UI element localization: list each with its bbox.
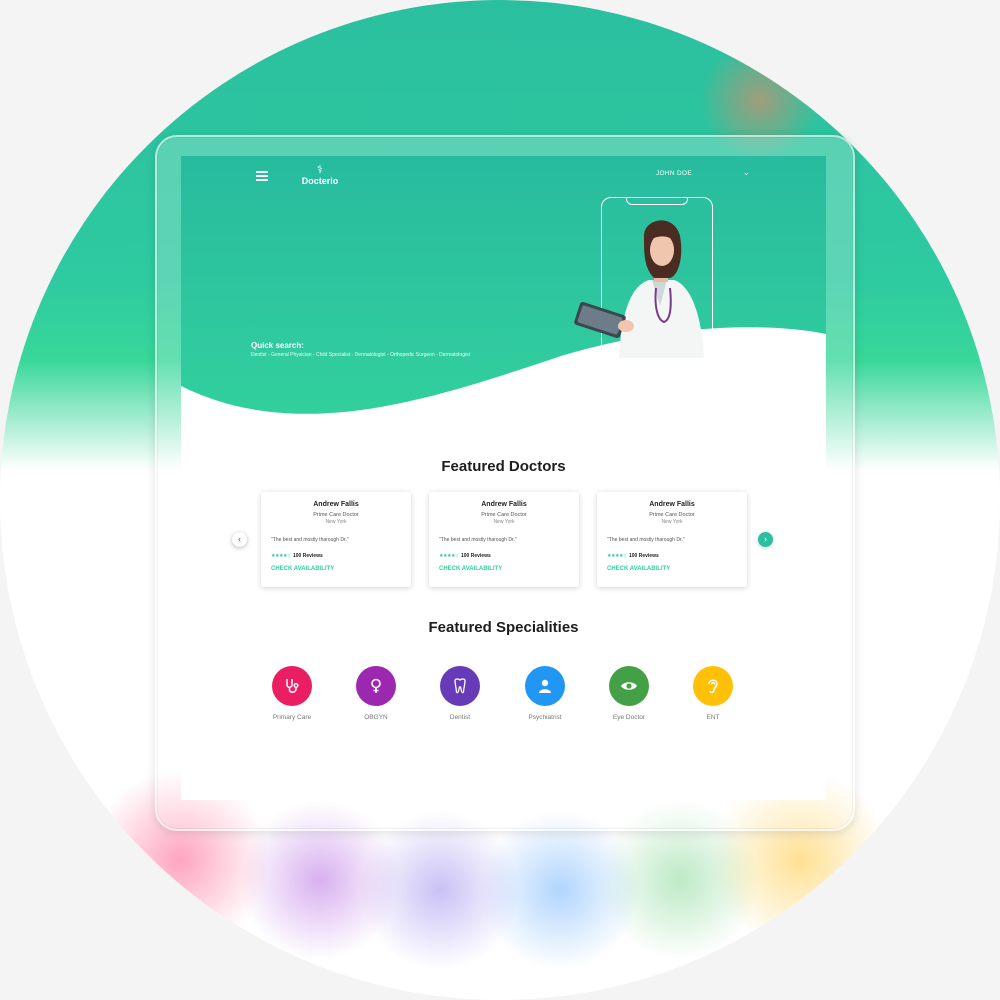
speciality-eye-doctor[interactable]: Eye Doctor — [599, 666, 659, 721]
ear-icon — [693, 666, 733, 706]
check-availability-link[interactable]: CHECK AVAILABILITY — [439, 566, 502, 572]
tooth-icon — [440, 666, 480, 706]
female-symbol-icon — [356, 666, 396, 706]
doctor-card[interactable]: Andrew Fallis Prime Care Doctor New York… — [261, 492, 411, 587]
doctor-name: Andrew Fallis — [649, 501, 695, 508]
speciality-label: Psychiatrist — [528, 714, 562, 721]
speciality-label: ENT — [706, 714, 720, 721]
doctor-photo — [574, 220, 704, 358]
featured-specialities-title: Featured Specialities — [428, 619, 579, 636]
hero-banner: ⚕ Docterio JOHN DOE ⌄ Quick search: Dent… — [181, 156, 826, 426]
doctor-role: Prime Care Doctor — [313, 512, 359, 518]
doctor-name: Andrew Fallis — [481, 501, 527, 508]
stethoscope-icon — [272, 666, 312, 706]
doctor-name: Andrew Fallis — [313, 501, 359, 508]
doctor-city: New York — [661, 519, 683, 525]
brand-logo[interactable]: ⚕ Docterio — [299, 164, 341, 194]
doctor-card[interactable]: Andrew Fallis Prime Care Doctor New York… — [429, 492, 579, 587]
quick-search-title: Quick search: — [251, 341, 304, 350]
speciality-label: OBGYN — [364, 714, 388, 721]
rating-stars-icon: ★★★★☆ — [607, 553, 627, 559]
speciality-label: Eye Doctor — [612, 714, 646, 721]
phone-notch — [626, 197, 688, 205]
menu-icon[interactable] — [256, 171, 268, 181]
doctor-role: Prime Care Doctor — [481, 512, 527, 518]
speciality-label: Dentist — [449, 714, 471, 721]
review-count: 100 Reviews — [629, 553, 659, 559]
chevron-down-icon[interactable]: ⌄ — [743, 168, 750, 177]
doctor-quote: "The best and mostly tharough Dr." — [439, 537, 517, 543]
speciality-psychiatrist[interactable]: Psychiatrist — [515, 666, 575, 721]
doctor-city: New York — [325, 519, 347, 525]
speciality-label: Primary Care — [272, 714, 312, 721]
quick-search-links[interactable]: Dentist - General Physician - Child Spec… — [251, 352, 470, 358]
carousel-next-button[interactable]: › — [758, 532, 773, 547]
doctor-city: New York — [493, 519, 515, 525]
check-availability-link[interactable]: CHECK AVAILABILITY — [271, 566, 334, 572]
review-count: 100 Reviews — [461, 553, 491, 559]
featured-doctors-title: Featured Doctors — [441, 458, 566, 475]
rating-stars-icon: ★★★★☆ — [271, 553, 291, 559]
speciality-ent[interactable]: ENT — [683, 666, 743, 721]
app-screen: ⚕ Docterio JOHN DOE ⌄ Quick search: Dent… — [181, 156, 826, 800]
person-icon — [525, 666, 565, 706]
chevron-right-icon: › — [764, 534, 767, 544]
speciality-primary-care[interactable]: Primary Care — [262, 666, 322, 721]
carousel-prev-button[interactable]: ‹ — [232, 532, 247, 547]
doctor-quote: "The best and mostly tharough Dr." — [271, 537, 349, 543]
user-name[interactable]: JOHN DOE — [656, 170, 692, 177]
rating-stars-icon: ★★★★☆ — [439, 553, 459, 559]
speciality-obgyn[interactable]: OBGYN — [346, 666, 406, 721]
doctor-quote: "The best and mostly tharough Dr." — [607, 537, 685, 543]
eye-icon — [609, 666, 649, 706]
chevron-left-icon: ‹ — [238, 534, 241, 544]
review-count: 100 Reviews — [293, 553, 323, 559]
speciality-dentist[interactable]: Dentist — [430, 666, 490, 721]
logo-mark-icon: ⚕ — [317, 164, 323, 176]
doctor-role: Prime Care Doctor — [649, 512, 695, 518]
check-availability-link[interactable]: CHECK AVAILABILITY — [607, 566, 670, 572]
logo-text: Docterio — [301, 176, 339, 186]
doctor-card[interactable]: Andrew Fallis Prime Care Doctor New York… — [597, 492, 747, 587]
